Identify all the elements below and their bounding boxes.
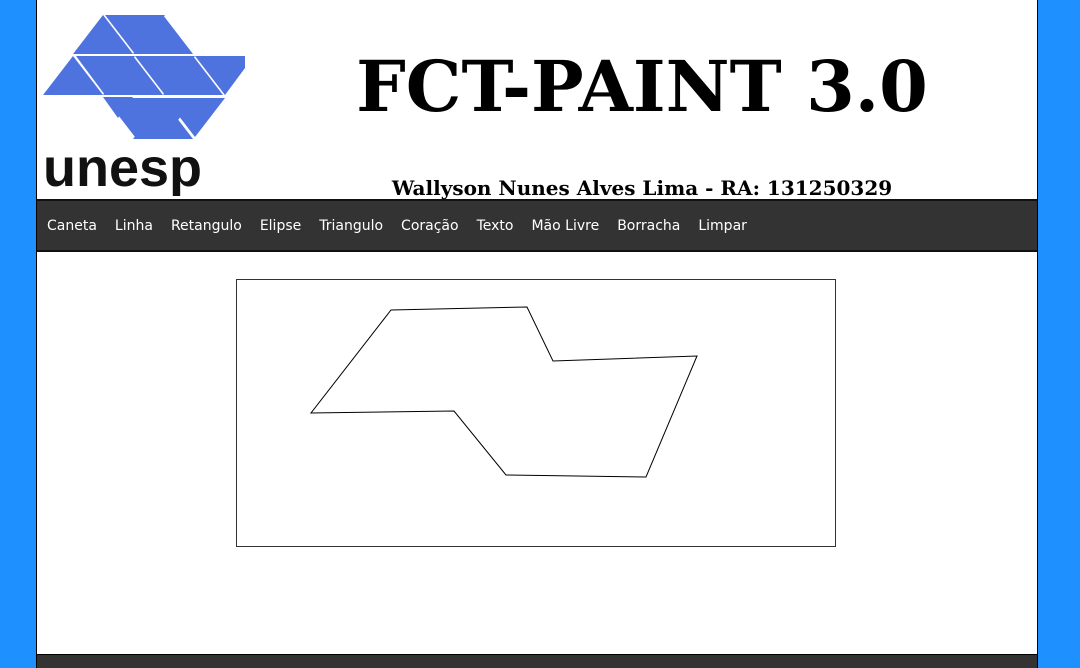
logo-wordmark: unesp: [43, 138, 202, 196]
tool-coracao[interactable]: Coração: [392, 216, 468, 236]
tool-caneta[interactable]: Caneta: [38, 216, 106, 236]
tool-triangulo[interactable]: Triangulo: [310, 216, 392, 236]
logo-triangles: [43, 15, 245, 139]
drawn-polygon: [309, 306, 698, 478]
tool-limpar[interactable]: Limpar: [689, 216, 756, 236]
tool-retangulo[interactable]: Retangulo: [162, 216, 251, 236]
tool-linha[interactable]: Linha: [106, 216, 162, 236]
footer-bar: [37, 654, 1037, 668]
drawing-canvas[interactable]: [236, 279, 836, 547]
tool-elipse[interactable]: Elipse: [251, 216, 310, 236]
header: unesp FCT-PAINT 3.0 Wallyson Nunes Alves…: [37, 0, 1037, 200]
page-container: unesp FCT-PAINT 3.0 Wallyson Nunes Alves…: [36, 0, 1038, 668]
tool-borracha[interactable]: Borracha: [608, 216, 689, 236]
tool-menu: Caneta Linha Retangulo Elipse Triangulo …: [37, 199, 1037, 252]
unesp-logo: unesp: [41, 10, 245, 196]
author-info: Wallyson Nunes Alves Lima - RA: 13125032…: [391, 176, 893, 200]
app-title: FCT-PAINT 3.0: [356, 45, 928, 128]
tool-texto[interactable]: Texto: [468, 216, 523, 236]
canvas-area: [37, 252, 1037, 654]
tool-mao-livre[interactable]: Mão Livre: [522, 216, 608, 236]
